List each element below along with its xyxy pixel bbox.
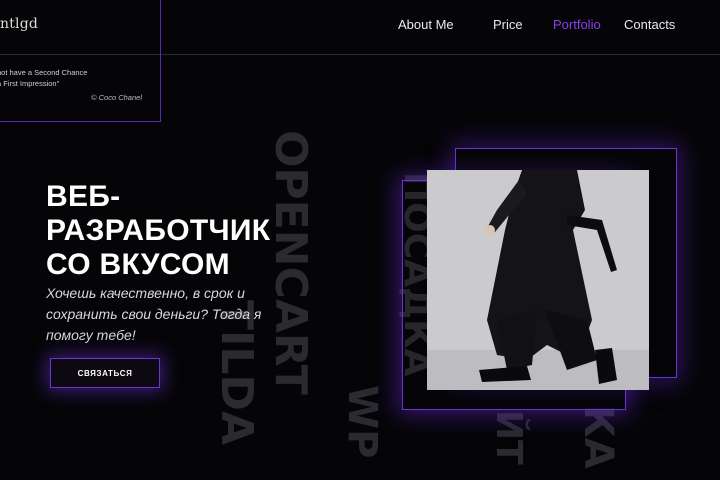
hero-title-line-1: ВЕБ-	[46, 180, 121, 213]
contact-button[interactable]: СВЯЗАТЬСЯ	[50, 358, 160, 388]
nav-price[interactable]: Price	[493, 17, 523, 32]
bg-word-opencart: OPENCART	[265, 130, 316, 395]
hero-title-line-3: СО ВКУСОМ	[46, 248, 230, 281]
hero-subtitle: Хочешь качественно, в срок и сохранить с…	[46, 285, 262, 343]
quote-author: © Coco Chanel	[91, 93, 142, 102]
quote-box: not have a Second Chance a First Impress…	[0, 0, 161, 122]
nav-contacts[interactable]: Contacts	[624, 17, 675, 32]
hero-title: ВЕБ- РАЗРАБОТЧИК СО ВКУСОМ	[46, 180, 270, 282]
nav-portfolio[interactable]: Portfolio	[553, 17, 601, 32]
hero-title-line-2: РАЗРАБОТЧИК	[46, 214, 271, 247]
model-illustration	[427, 170, 649, 390]
nav-about-me[interactable]: About Me	[398, 17, 454, 32]
bg-word-yt: ЙТ	[488, 410, 529, 465]
hero-photo	[427, 170, 649, 390]
bg-word-ka: КА	[575, 405, 621, 469]
bg-word-wp: WP	[339, 385, 385, 459]
quote-line-1: not have a Second Chance	[0, 68, 88, 77]
quote-line-2: a First Impression"	[0, 79, 60, 88]
